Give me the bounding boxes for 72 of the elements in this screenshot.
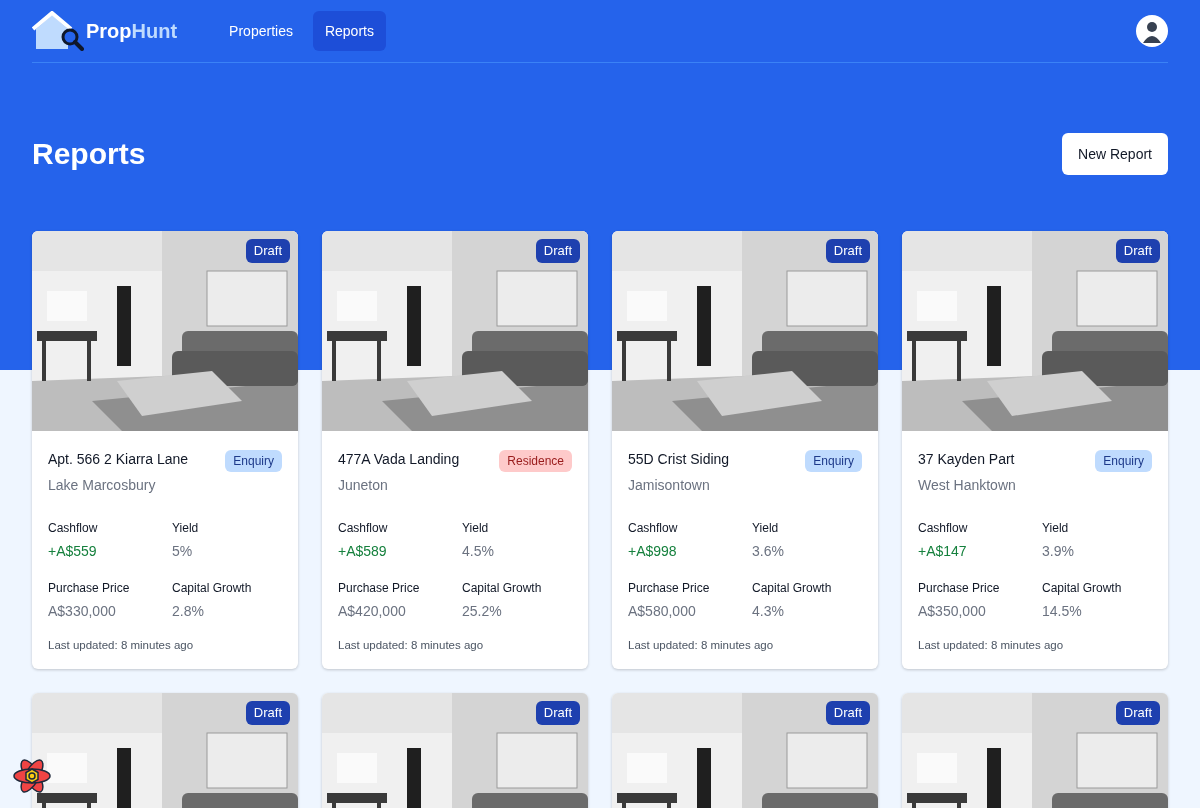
- stat-label: Cashflow: [628, 520, 679, 537]
- status-badge: Draft: [1115, 239, 1160, 263]
- stat-label: Cashflow: [338, 520, 389, 537]
- stat-label: Purchase Price: [48, 580, 131, 597]
- stat-label: Cashflow: [48, 520, 99, 537]
- report-card[interactable]: Draft: [32, 693, 298, 808]
- avatar-icon[interactable]: [1136, 15, 1168, 47]
- stat-label: Capital Growth: [462, 580, 543, 597]
- brand-name: PropHunt: [86, 19, 178, 44]
- report-card[interactable]: Draft: [322, 693, 588, 808]
- status-badge: Draft: [825, 701, 870, 725]
- stat-value: A$420,000: [338, 602, 407, 621]
- stat-value: 2.8%: [172, 602, 205, 621]
- report-card[interactable]: Draft 37 Kayden Part West Hanktown Enquiry Cashflow +A$147 Yield 3.9% Purchase Price A$350,000 Capital Growth 14.5% Last updated: 8 minutes ago: [902, 231, 1168, 669]
- stat-value: 4.5%: [462, 542, 495, 561]
- updated-text: Last updated: 8 minutes ago: [628, 638, 775, 653]
- property-address: 37 Kayden Part: [918, 450, 1016, 469]
- tag-badge: Enquiry: [1095, 450, 1152, 472]
- house-search-logo-icon: [32, 11, 84, 51]
- status-badge: Draft: [535, 239, 580, 263]
- stat-value: 14.5%: [1042, 602, 1083, 621]
- stat-value: 4.3%: [752, 602, 785, 621]
- report-card[interactable]: Draft: [612, 693, 878, 808]
- report-card[interactable]: Draft 55D Crist Siding Jamisontown Enquiry Cashflow +A$998 Yield 3.6% Purchase Price A$580,000 Capital Growth 4.3% Last updated: 8 minutes ago: [612, 231, 878, 669]
- property-address: Apt. 566 2 Kiarra Lane: [48, 450, 189, 469]
- stat-label: Capital Growth: [752, 580, 833, 597]
- atom-icon[interactable]: [12, 757, 52, 795]
- status-badge: Draft: [245, 701, 290, 725]
- stat-value: 3.9%: [1042, 542, 1075, 561]
- stat-label: Cashflow: [918, 520, 969, 537]
- stat-value: A$580,000: [628, 602, 697, 621]
- suburb-text: Jamisontown: [628, 476, 711, 495]
- stat-value: A$350,000: [918, 602, 987, 621]
- status-badge: Draft: [1115, 701, 1160, 725]
- stat-label: Yield: [462, 520, 490, 537]
- stat-value: A$330,000: [48, 602, 117, 621]
- stat-value: 25.2%: [462, 602, 503, 621]
- stat-value: 3.6%: [752, 542, 785, 561]
- stat-value: 5%: [172, 542, 194, 561]
- property-address: 477A Vada Landing: [338, 450, 460, 469]
- nav-tab[interactable]: Properties: [217, 11, 305, 51]
- status-badge: Draft: [245, 239, 290, 263]
- page-title: Reports: [32, 136, 146, 172]
- stat-value: +A$147: [918, 542, 968, 561]
- stat-label: Purchase Price: [338, 580, 421, 597]
- stat-label: Purchase Price: [628, 580, 711, 597]
- stat-label: Yield: [1042, 520, 1070, 537]
- updated-text: Last updated: 8 minutes ago: [338, 638, 485, 653]
- property-address: 55D Crist Siding: [628, 450, 730, 469]
- tag-badge: Residence: [499, 450, 572, 472]
- stat-value: +A$559: [48, 542, 98, 561]
- stat-label: Capital Growth: [172, 580, 253, 597]
- suburb-text: Lake Marcosbury: [48, 476, 157, 495]
- suburb-text: Juneton: [338, 476, 389, 495]
- stat-label: Yield: [172, 520, 200, 537]
- updated-text: Last updated: 8 minutes ago: [48, 638, 195, 653]
- report-card[interactable]: Draft Apt. 566 2 Kiarra Lane Lake Marcosbury Enquiry Cashflow +A$559 Yield 5% Purchase Price A$330,000 Capital Growth 2.8% Last updated: 8 minutes ago: [32, 231, 298, 669]
- stat-label: Capital Growth: [1042, 580, 1123, 597]
- tag-badge: Enquiry: [805, 450, 862, 472]
- stat-value: +A$998: [628, 542, 678, 561]
- report-card[interactable]: Draft: [902, 693, 1168, 808]
- nav-tab[interactable]: Reports: [312, 11, 386, 51]
- stat-label: Yield: [752, 520, 780, 537]
- status-badge: Draft: [535, 701, 580, 725]
- tag-badge: Enquiry: [225, 450, 282, 472]
- stat-label: Purchase Price: [918, 580, 1001, 597]
- status-badge: Draft: [825, 239, 870, 263]
- suburb-text: West Hanktown: [918, 476, 1016, 495]
- stat-value: +A$589: [338, 542, 388, 561]
- updated-text: Last updated: 8 minutes ago: [918, 638, 1065, 653]
- new-report-button[interactable]: New Report: [1062, 133, 1168, 175]
- report-card[interactable]: Draft 477A Vada Landing Juneton Residence Cashflow +A$589 Yield 4.5% Purchase Price A$420,000 Capital Growth 25.2% Last updated: 8 minutes ago: [322, 231, 588, 669]
